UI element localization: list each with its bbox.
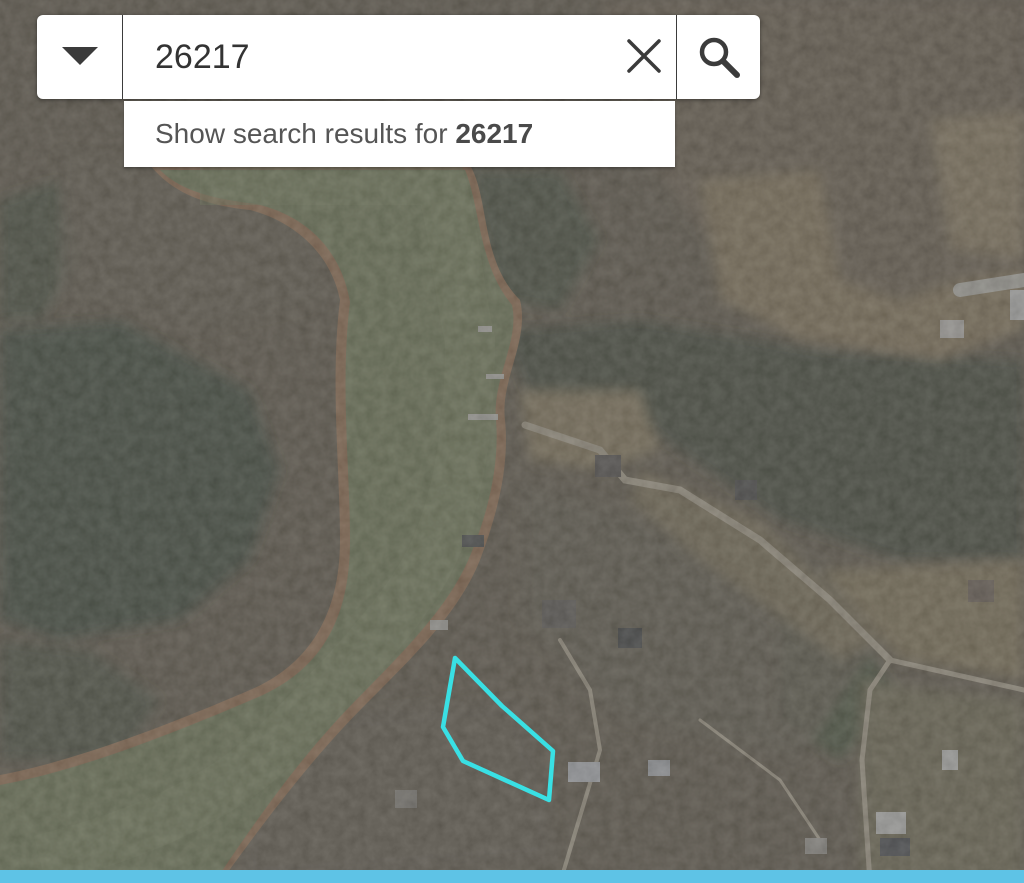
suggestion-term: 26217 [455, 118, 534, 149]
footer-strip [0, 870, 1024, 883]
clear-search-button[interactable] [624, 36, 664, 76]
caret-down-icon [61, 47, 98, 65]
search-button[interactable] [677, 15, 760, 99]
search-source-dropdown-button[interactable] [37, 15, 123, 99]
search-suggestion-item[interactable]: Show search results for 26217 [124, 101, 675, 167]
close-icon [627, 39, 661, 73]
search-input[interactable] [155, 37, 625, 77]
search-bar [37, 15, 760, 99]
search-field [123, 15, 677, 99]
magnifier-icon [699, 37, 740, 78]
suggestion-prefix: Show search results for [155, 118, 456, 149]
